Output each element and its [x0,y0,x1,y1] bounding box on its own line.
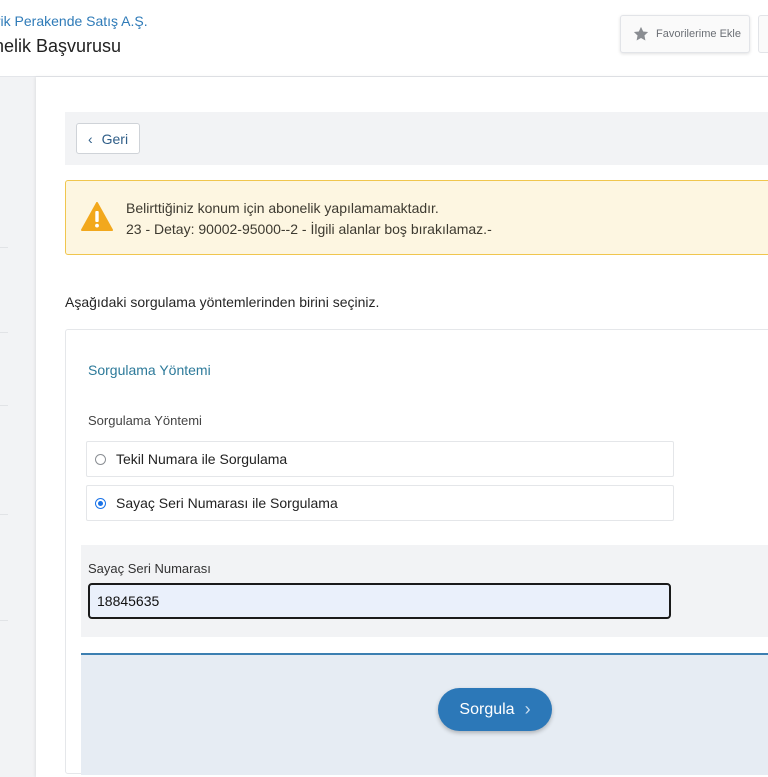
card-title: Sorgulama Yöntemi [88,362,211,378]
page-title: nelik Başvurusu [0,36,122,56]
app-header: trik Perakende Satış A.Ş. nelik Başvurus… [0,0,768,77]
header-extra-button[interactable] [758,15,768,53]
add-to-favorites-button[interactable]: Favorilerime Ekle [620,15,750,53]
radio-label: Sayaç Seri Numarası ile Sorgulama [116,495,338,511]
favorites-label: Favorilerime Ekle [656,28,741,40]
warning-triangle-icon [81,202,113,231]
star-icon [633,26,649,41]
warning-detail: 23 - Detay: 90002-95000--2 - İlgili alan… [126,221,492,237]
method-field-label: Sorgulama Yöntemi [88,413,202,428]
back-button-label: Geri [101,130,129,147]
serial-number-label: Sayaç Seri Numarası [88,561,211,576]
radio-button-selected[interactable] [95,497,106,509]
radio-label: Tekil Numara ile Sorgulama [116,451,288,467]
sidebar-divider [0,514,8,515]
sidebar [0,77,36,768]
instruction-text: Aşağıdaki sorgulama yöntemlerinden birin… [65,294,380,310]
chevron-right-icon: › [524,699,531,719]
company-name: trik Perakende Satış A.Ş. [0,13,148,29]
radio-button[interactable] [95,453,106,465]
radio-option-tekil-numara[interactable]: Tekil Numara ile Sorgulama [86,441,674,477]
sidebar-divider [0,332,8,333]
warning-alert: Belirttiğiniz konum için abonelik yapıla… [65,180,768,255]
sidebar-divider [0,405,8,406]
back-button[interactable]: ‹ Geri [76,123,140,154]
action-area [81,653,768,775]
toolbar [65,112,768,165]
query-button[interactable]: Sorgula › [438,688,552,731]
sidebar-divider [0,620,8,621]
sidebar-divider [0,247,8,248]
warning-message: Belirttiğiniz konum için abonelik yapıla… [126,200,439,216]
serial-number-input[interactable] [88,583,671,619]
query-button-label: Sorgula [459,700,515,718]
radio-option-sayac-seri-numarasi[interactable]: Sayaç Seri Numarası ile Sorgulama [86,485,674,521]
chevron-left-icon: ‹ [87,130,93,147]
